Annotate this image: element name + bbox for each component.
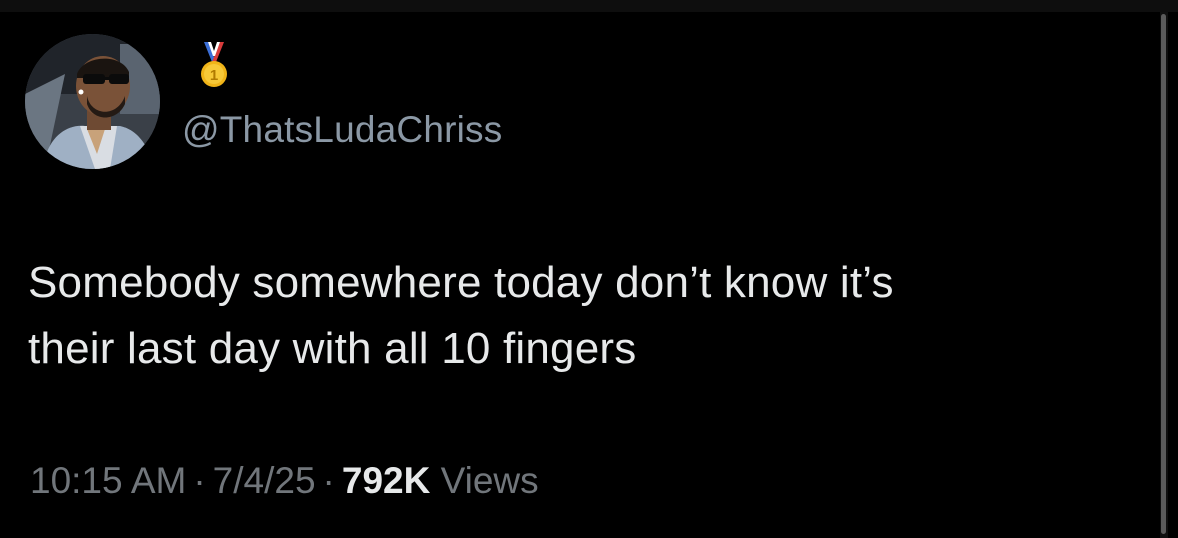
tweet-time[interactable]: 10:15 AM	[30, 460, 186, 501]
svg-text:1: 1	[210, 67, 218, 84]
tweet-text-line-2: their last day with all 10 fingers	[28, 324, 637, 373]
top-strip	[0, 0, 1178, 12]
tweet-metadata: 10:15 AM · 7/4/25 · 792K Views	[30, 460, 539, 502]
avatar-photo	[25, 34, 160, 169]
scrollbar-thumb[interactable]	[1161, 14, 1166, 534]
separator-dot: ·	[193, 460, 206, 501]
scrollbar[interactable]	[1160, 12, 1168, 538]
first-place-medal-icon: 1	[194, 42, 234, 90]
views-count[interactable]: 792K	[342, 460, 430, 501]
avatar[interactable]	[25, 34, 160, 169]
tweet-text-line-1: Somebody somewhere today don’t know it’s	[28, 258, 894, 307]
tweet-date[interactable]: 7/4/25	[213, 460, 316, 501]
tweet-text: Somebody somewhere today don’t know it’s…	[28, 250, 1128, 382]
views-label: Views	[440, 460, 539, 501]
author-handle[interactable]: @ThatsLudaChriss	[182, 109, 502, 151]
tweet-card: 1 @ThatsLudaChriss Somebody somewhere to…	[0, 12, 1150, 538]
separator-dot: ·	[322, 460, 335, 501]
